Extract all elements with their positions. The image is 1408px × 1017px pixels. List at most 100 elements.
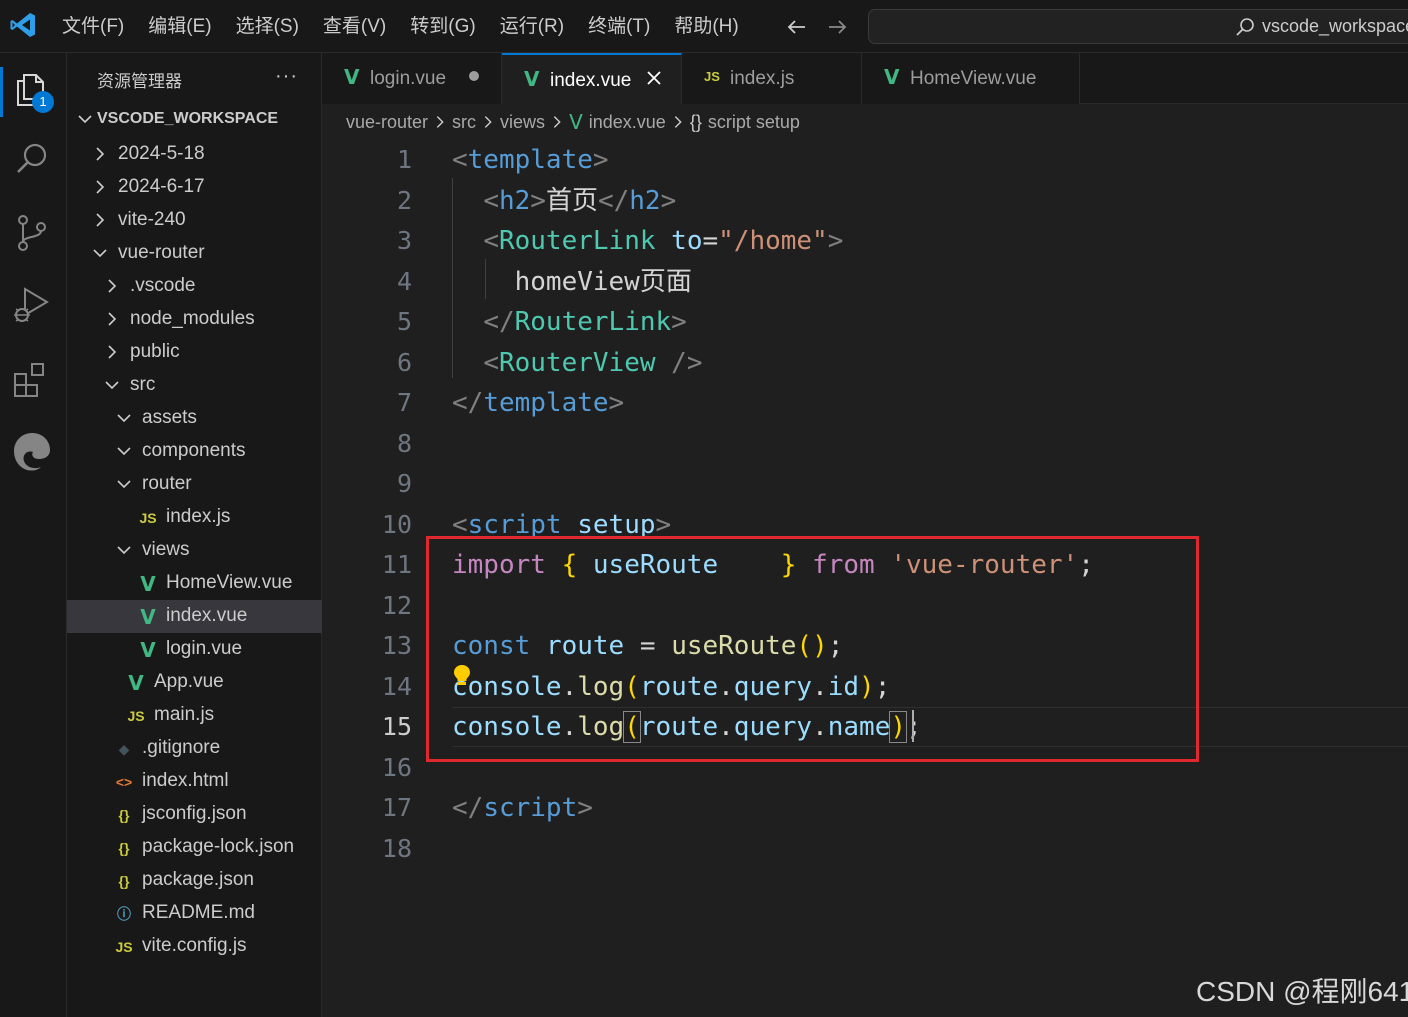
breadcrumb-separator-icon xyxy=(674,116,682,128)
code-line[interactable]: </template> xyxy=(452,383,624,423)
tree-item-label: vite.config.js xyxy=(142,935,247,956)
chevron-right-icon xyxy=(96,147,105,161)
breadcrumb-item[interactable]: Vindex.vue xyxy=(569,110,666,134)
search-icon[interactable] xyxy=(10,137,54,181)
command-center-search[interactable]: vscode_workspace xyxy=(868,9,1408,44)
tree-file[interactable]: ⓘ README.md xyxy=(67,897,322,930)
chevron-right-icon xyxy=(108,279,117,293)
tree-file[interactable]: V App.vue xyxy=(67,666,322,699)
arrow-left-icon[interactable] xyxy=(784,14,810,40)
code-line[interactable]: </script> xyxy=(452,788,593,828)
tree-file[interactable]: {} package-lock.json xyxy=(67,831,322,864)
tree-item-label: views xyxy=(142,539,190,560)
breadcrumb-item[interactable]: src xyxy=(452,112,476,133)
tree-file[interactable]: {} jsconfig.json xyxy=(67,798,322,831)
menu-item[interactable]: 转到(G) xyxy=(398,0,487,53)
chevron-down-icon xyxy=(93,249,107,258)
line-number: 5 xyxy=(396,307,412,336)
activity-bar: 1 xyxy=(0,53,67,1017)
tree-file[interactable]: JS index.js xyxy=(67,501,322,534)
code-editor[interactable]: 1 2 3 4 5 6 7 8 9 10 11 12 13 14 15 16 17 18 <template> <… xyxy=(322,138,1408,1017)
tree-folder[interactable]: vite-240 xyxy=(67,204,322,237)
tree-item-label: package-lock.json xyxy=(142,836,295,857)
tree-folder[interactable]: 2024-6-17 xyxy=(67,171,322,204)
tree-file[interactable]: V HomeView.vue xyxy=(67,567,322,600)
tree-folder[interactable]: components xyxy=(67,435,322,468)
tree-folder[interactable]: views xyxy=(67,534,322,567)
code-token: </ xyxy=(597,185,630,216)
tree-file[interactable]: JS main.js xyxy=(67,699,322,732)
menu-item[interactable]: 编辑(E) xyxy=(136,0,223,53)
tree-file[interactable]: JS vite.config.js xyxy=(67,930,322,963)
editor-tab[interactable]: JS index.js xyxy=(682,53,862,104)
menu-item[interactable]: 运行(R) xyxy=(488,0,576,53)
tree-folder[interactable]: 2024-5-18 xyxy=(67,138,322,171)
code-line[interactable]: homeView页面 xyxy=(452,262,692,302)
tree-folder[interactable]: node_modules xyxy=(67,303,322,336)
menu-item[interactable]: 帮助(H) xyxy=(662,0,750,53)
tree-folder[interactable]: assets xyxy=(67,402,322,435)
code-line[interactable]: <RouterView /> xyxy=(452,343,702,383)
tree-item-label: HomeView.vue xyxy=(166,572,293,593)
line-number: 17 xyxy=(381,793,412,822)
chevron-right-icon xyxy=(108,312,117,326)
line-number: 14 xyxy=(381,671,412,701)
menu-item[interactable]: 查看(V) xyxy=(311,0,398,53)
editor-tab[interactable]: Vlogin.vue xyxy=(322,53,502,104)
menu-item[interactable]: 选择(S) xyxy=(224,0,311,53)
tree-file[interactable]: <> index.html xyxy=(67,765,322,798)
tab-label: HomeView.vue xyxy=(910,68,1037,89)
workspace-root-folder[interactable]: VSCODE_WORKSPACE xyxy=(67,105,322,135)
tree-file[interactable]: {} package.json xyxy=(67,864,322,897)
tab-label: index.js xyxy=(730,68,795,89)
tree-folder[interactable]: public xyxy=(67,336,322,369)
tree-folder[interactable]: .vscode xyxy=(67,270,322,303)
code-line[interactable]: </RouterLink> xyxy=(452,302,687,342)
code-line[interactable]: <RouterLink to="/home"> xyxy=(452,221,843,261)
tree-item-label: index.js xyxy=(166,506,231,527)
chevron-down-icon xyxy=(117,480,131,489)
tree-folder[interactable]: src xyxy=(67,369,322,402)
tree-item-label: vue-router xyxy=(118,242,205,263)
code-line[interactable]: <template> xyxy=(452,140,609,180)
code-token: > xyxy=(827,226,844,256)
breadcrumb-item[interactable]: {} script setup xyxy=(690,112,800,133)
vue-file-icon: V xyxy=(140,638,156,662)
sidebar-title: 资源管理器 xyxy=(97,72,182,91)
source-control-icon[interactable] xyxy=(10,211,54,255)
tree-file[interactable]: Vlogin.vue xyxy=(67,633,322,666)
code-token: = xyxy=(702,226,719,256)
code-line[interactable]: <h2>首页</h2> xyxy=(452,181,676,221)
vue-file-icon: V xyxy=(524,67,540,91)
close-icon[interactable] xyxy=(643,67,665,89)
unsaved-dot-icon[interactable] xyxy=(463,65,485,87)
indent-guide xyxy=(452,178,453,378)
tree-file[interactable]: ◆ .gitignore xyxy=(67,732,322,765)
scope-braces-icon: {} xyxy=(689,111,702,132)
tree-folder[interactable]: router xyxy=(67,468,322,501)
breadcrumb-item[interactable]: views xyxy=(500,112,545,133)
extensions-icon[interactable] xyxy=(10,357,54,401)
editor-tab[interactable]: V HomeView.vue xyxy=(862,53,1080,104)
tree-file[interactable]: Vindex.vue xyxy=(67,600,322,633)
more-actions-icon[interactable]: ··· xyxy=(275,65,298,88)
edge-browser-icon[interactable] xyxy=(10,429,54,473)
menu-item[interactable]: 文件(F) xyxy=(50,0,136,53)
tree-folder[interactable]: vue-router xyxy=(67,237,322,270)
code-token: to xyxy=(671,226,703,256)
code-token: /> xyxy=(671,347,703,378)
breadcrumb-item[interactable]: vue-router xyxy=(346,112,428,133)
chevron-down-icon xyxy=(105,381,119,390)
menu-item[interactable]: 终端(T) xyxy=(576,0,662,53)
code-token: template xyxy=(467,145,593,175)
chevron-down-icon xyxy=(117,414,131,423)
run-debug-icon[interactable] xyxy=(10,283,54,327)
tree-item-label: index.html xyxy=(142,770,229,791)
editor-tab[interactable]: Vindex.vue xyxy=(502,53,682,104)
code-token: < xyxy=(483,226,499,256)
arrow-right-icon[interactable] xyxy=(824,14,850,40)
info-file-icon: ⓘ xyxy=(117,906,131,922)
line-number: 7 xyxy=(396,388,412,417)
